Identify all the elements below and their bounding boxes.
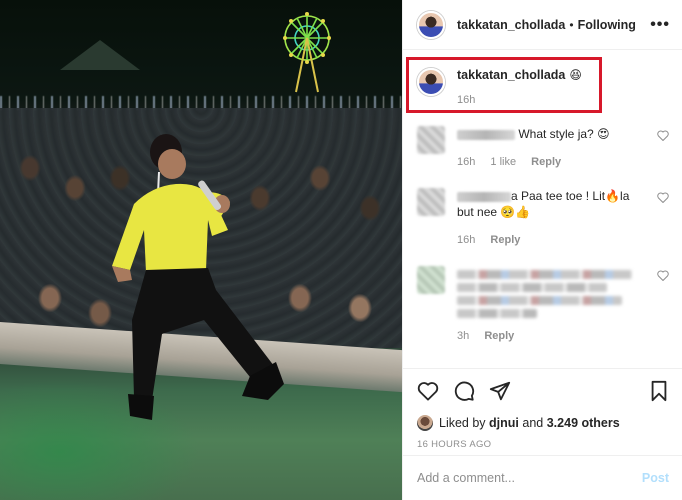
likes-summary: Liked by djnui and 3.249 others — [417, 415, 669, 431]
comment-item: What style ja? 😍 16h 1 like Reply — [403, 126, 682, 170]
comment-item: a Paa tee toe ! Lit🔥la but nee 🥺👍 16h Re… — [403, 188, 682, 248]
like-heart-icon[interactable] — [417, 381, 439, 401]
post-actions: Liked by djnui and 3.249 others 16 HOURS… — [403, 368, 682, 450]
author-username[interactable]: takkatan_chollada — [457, 18, 565, 32]
pleading-emoji: 🥺 — [500, 205, 516, 219]
post-photo[interactable] — [0, 0, 402, 500]
liker-username[interactable]: djnui — [489, 416, 519, 430]
reply-button[interactable]: Reply — [531, 156, 561, 168]
comment-text-blurred — [457, 309, 537, 318]
likes-prefix: Liked by — [439, 416, 486, 430]
ferris-wheel — [283, 12, 331, 93]
comment-text-blurred — [457, 270, 632, 279]
share-direct-icon[interactable] — [489, 380, 511, 402]
bookmark-icon[interactable] — [649, 380, 669, 402]
liker-avatar[interactable] — [417, 415, 433, 431]
comment-like-icon[interactable] — [657, 270, 669, 282]
caption-emoji: 😆 — [569, 68, 582, 82]
comment-item: 3h Reply — [403, 266, 682, 344]
comment-like-count[interactable]: 1 like — [490, 156, 516, 168]
more-options-icon[interactable]: ••• — [650, 16, 670, 34]
comment-text-blurred — [457, 296, 622, 305]
comment-text-line2: but nee — [457, 205, 498, 219]
commenter-avatar-blurred[interactable] — [417, 188, 445, 216]
likes-conj: and — [522, 416, 544, 430]
commenter-avatar-blurred[interactable] — [417, 266, 445, 294]
caption-username[interactable]: takkatan_chollada — [457, 68, 565, 82]
caption-avatar[interactable] — [417, 68, 445, 96]
post-sidebar: takkatan_chollada • Following ••• takkat… — [402, 0, 682, 500]
comment-like-icon[interactable] — [657, 192, 669, 204]
separator-dot: • — [569, 17, 574, 32]
caption: takkatan_chollada 😆 16h — [403, 50, 682, 118]
caption-time[interactable]: 16h — [457, 94, 582, 106]
post-header: takkatan_chollada • Following ••• — [403, 0, 682, 50]
reply-button[interactable]: Reply — [490, 234, 520, 246]
thumbs-up-emoji: 👍 — [515, 205, 531, 219]
comment-time[interactable]: 16h — [457, 156, 475, 168]
commenter-avatar-blurred[interactable] — [417, 126, 445, 154]
post-comment-button[interactable]: Post — [642, 471, 669, 485]
commenter-name-blurred[interactable] — [457, 191, 511, 202]
pavilion-roof — [60, 40, 140, 70]
commenter-name-blurred[interactable] — [457, 129, 515, 140]
comment-text: What style ja? — [518, 127, 594, 141]
add-comment-bar: Post — [403, 455, 682, 500]
performer — [112, 134, 284, 420]
comment-text-line1: a Paa tee toe ! Lit — [511, 189, 606, 203]
comment-bubble-icon[interactable] — [453, 380, 475, 402]
fire-emoji: 🔥 — [605, 189, 621, 203]
reply-button[interactable]: Reply — [484, 330, 514, 342]
comment-time[interactable]: 16h — [457, 234, 475, 246]
comment-like-icon[interactable] — [657, 130, 669, 142]
author-avatar[interactable] — [417, 10, 445, 39]
comment-time[interactable]: 3h — [457, 330, 469, 342]
follow-status-button[interactable]: Following — [578, 18, 636, 32]
add-comment-input[interactable] — [417, 471, 642, 485]
comment-emoji: 😍 — [597, 127, 610, 141]
post-timestamp[interactable]: 16 HOURS AGO — [417, 439, 669, 450]
comments-list[interactable]: takkatan_chollada 😆 16h What style ja? 😍 … — [403, 50, 682, 368]
comment-text-blurred — [457, 283, 607, 292]
likes-count[interactable]: 3.249 others — [547, 416, 620, 430]
comment-text-line1-tail: la — [620, 189, 630, 203]
